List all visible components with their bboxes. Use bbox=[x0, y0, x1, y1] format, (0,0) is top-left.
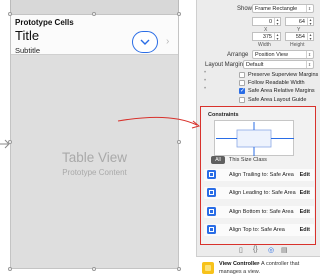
show-label: Show bbox=[237, 6, 253, 12]
preserve-superview-margins-checkbox[interactable] bbox=[239, 72, 245, 78]
view-controller-icon bbox=[202, 262, 214, 274]
layout-margins-popup[interactable]: Default ⇕ bbox=[243, 60, 314, 69]
follow-readable-width-checkbox[interactable] bbox=[239, 80, 245, 86]
constraint-row-text: Align Top to: Safe Area bbox=[229, 227, 285, 233]
constraints-section-title: Constraints bbox=[208, 112, 239, 118]
align-top-icon bbox=[207, 225, 216, 234]
y-field[interactable]: 64 ▴ ▾ bbox=[285, 17, 314, 26]
safe-area-layout-guide-label: Safe Area Layout Guide bbox=[248, 97, 307, 103]
resize-handle-top-mid[interactable] bbox=[92, 12, 96, 16]
align-trailing-icon bbox=[207, 170, 216, 179]
media-library-icon[interactable]: ▤ bbox=[281, 246, 288, 254]
width-stepper-icon[interactable]: ▴ ▾ bbox=[274, 33, 280, 40]
layout-margins-popup-value: Default bbox=[246, 62, 264, 68]
show-popup[interactable]: Frame Rectangle ⇕ bbox=[252, 4, 314, 13]
chevron-down-icon[interactable] bbox=[132, 31, 158, 53]
edit-button[interactable]: Edit bbox=[300, 190, 310, 196]
constraint-row-bottom[interactable]: Align Bottom to: Safe Area Edit bbox=[204, 206, 314, 218]
bullet-marker: • bbox=[204, 70, 207, 76]
cell-subtitle-label[interactable]: Subtitle bbox=[15, 46, 40, 55]
constraint-row-text: Align Leading to: Safe Area bbox=[229, 190, 296, 196]
cell-title-label[interactable]: Title bbox=[15, 28, 39, 43]
height-label: Height bbox=[290, 42, 305, 48]
prototype-cells-header: Prototype Cells bbox=[15, 18, 74, 27]
library-item-title[interactable]: View Controller bbox=[219, 261, 259, 267]
resize-handle-bottom-left[interactable] bbox=[8, 267, 12, 271]
popup-caret-icon: ⇕ bbox=[306, 51, 312, 58]
bullet-marker: • bbox=[204, 86, 207, 92]
follow-readable-width-label: Follow Readable Width bbox=[248, 80, 305, 86]
height-field[interactable]: 554 ▴ ▾ bbox=[285, 32, 314, 41]
arrange-popup[interactable]: Position View ⇕ bbox=[252, 50, 314, 59]
height-stepper-icon[interactable]: ▴ ▾ bbox=[307, 33, 313, 40]
x-field[interactable]: 0 ▴ ▾ bbox=[252, 17, 281, 26]
edit-button[interactable]: Edit bbox=[300, 227, 310, 233]
y-stepper-icon[interactable]: ▴ ▾ bbox=[307, 18, 313, 25]
safe-area-relative-margins-checkbox[interactable] bbox=[239, 87, 245, 95]
resize-handle-bottom-right[interactable] bbox=[177, 267, 181, 271]
constraints-diagram[interactable] bbox=[214, 120, 294, 156]
constraint-row-text: Align Bottom to: Safe Area bbox=[229, 209, 294, 215]
constraint-row-text: Align Trailing to: Safe Area bbox=[229, 172, 294, 178]
align-leading-icon bbox=[207, 188, 216, 197]
arrange-popup-value: Position View bbox=[255, 52, 288, 58]
width-field[interactable]: 375 ▴ ▾ bbox=[252, 32, 281, 41]
arrange-label: Arrange bbox=[227, 52, 249, 58]
file-template-icon[interactable]: ▯ bbox=[239, 246, 243, 254]
width-label: Width bbox=[258, 42, 271, 48]
table-view[interactable]: Prototype Cells Title Subtitle › Table V… bbox=[10, 14, 179, 269]
library-tab-bar: ▯ {} ◎ ▤ bbox=[196, 246, 320, 256]
safe-area-relative-margins-label: Safe Area Relative Margins bbox=[248, 88, 315, 94]
constraint-row-trailing[interactable]: Align Trailing to: Safe Area Edit bbox=[204, 169, 314, 181]
resize-handle-bottom-mid[interactable] bbox=[92, 267, 96, 271]
show-popup-value: Frame Rectangle bbox=[255, 6, 298, 12]
size-class-button[interactable]: All bbox=[211, 156, 225, 164]
storyboard-canvas[interactable]: Prototype Cells Title Subtitle › Table V… bbox=[0, 0, 196, 280]
resize-handle-mid-left[interactable] bbox=[8, 140, 12, 144]
layout-margins-label: Layout Margins bbox=[205, 62, 247, 68]
edit-button[interactable]: Edit bbox=[300, 172, 310, 178]
resize-handle-top-right[interactable] bbox=[177, 12, 181, 16]
constraints-diagram-graphic bbox=[216, 122, 294, 156]
table-view-placeholder-title: Table View bbox=[61, 150, 128, 165]
height-field-value: 554 bbox=[295, 34, 305, 40]
table-view-placeholder-subtitle: Prototype Content bbox=[62, 168, 127, 177]
edit-button[interactable]: Edit bbox=[300, 209, 310, 215]
align-bottom-icon bbox=[207, 207, 216, 216]
resize-handle-mid-right[interactable] bbox=[177, 140, 181, 144]
y-field-value: 64 bbox=[298, 19, 305, 25]
disclosure-chevron-icon: › bbox=[166, 36, 170, 47]
safe-area-layout-guide-checkbox[interactable] bbox=[239, 97, 245, 103]
popup-caret-icon: ⇕ bbox=[306, 5, 312, 12]
preserve-superview-margins-label: Preserve Superview Margins bbox=[248, 72, 319, 78]
object-library-icon[interactable]: ◎ bbox=[268, 246, 274, 254]
x-field-value: 0 bbox=[268, 19, 272, 25]
object-library-panel: View Controller - A controller that mana… bbox=[196, 256, 320, 280]
constraint-row-leading[interactable]: Align Leading to: Safe Area Edit bbox=[204, 187, 314, 199]
library-item-description: - A controller that bbox=[258, 261, 300, 267]
width-field-value: 375 bbox=[262, 34, 272, 40]
bullet-marker: • bbox=[204, 78, 207, 84]
popup-caret-icon: ⇕ bbox=[306, 61, 312, 68]
library-item-description-line2: manages a view. bbox=[219, 269, 260, 275]
x-stepper-icon[interactable]: ▴ ▾ bbox=[274, 18, 280, 25]
prototype-cell[interactable]: Prototype Cells Title Subtitle › bbox=[11, 15, 178, 55]
braces-icon[interactable]: {} bbox=[253, 246, 258, 253]
constraint-row-top[interactable]: Align Top to: Safe Area Edit bbox=[204, 224, 314, 236]
resize-handle-top-left[interactable] bbox=[8, 12, 12, 16]
size-class-label: This Size Class bbox=[229, 157, 267, 163]
